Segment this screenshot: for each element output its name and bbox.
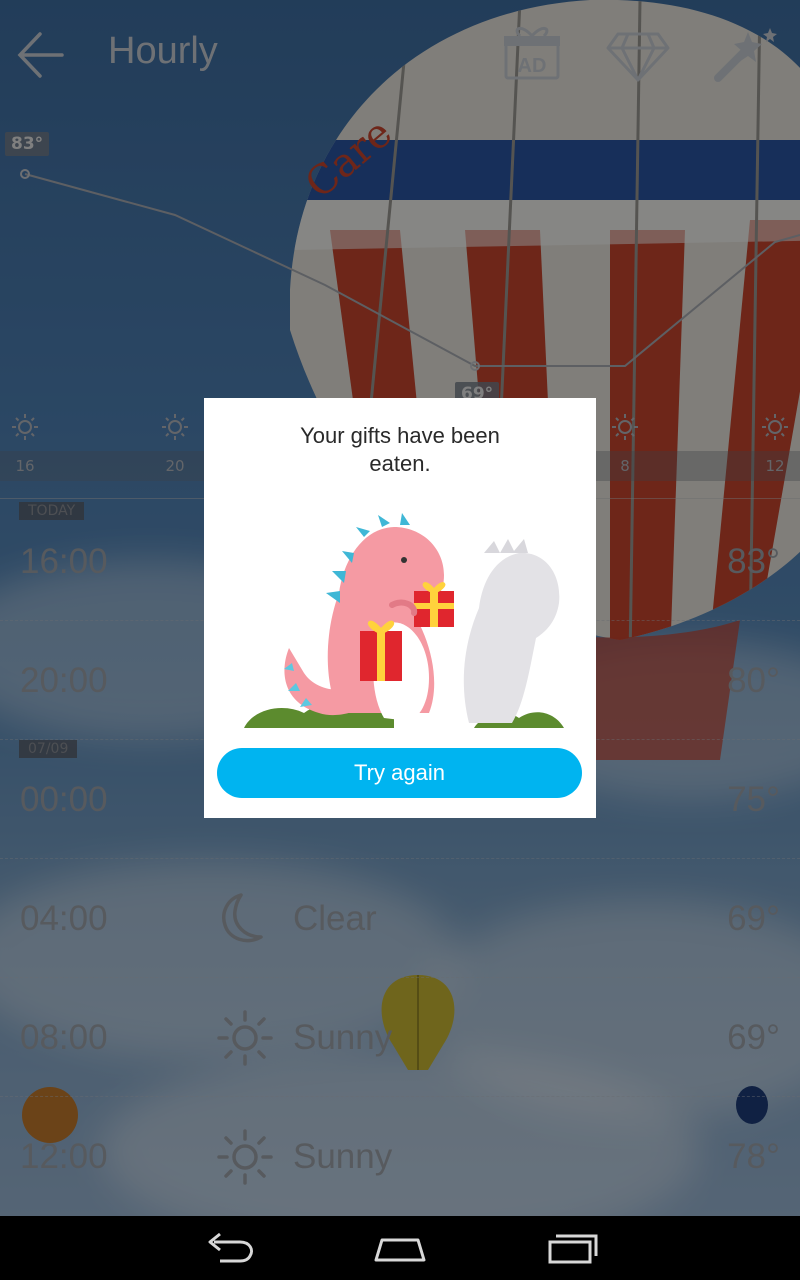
nav-back-icon[interactable] xyxy=(200,1228,260,1268)
nav-home-icon[interactable] xyxy=(370,1228,430,1268)
gift-eaten-dialog: Your gifts have been eaten. Try again xyxy=(204,398,596,818)
system-navbar xyxy=(0,1216,800,1280)
nav-recents-icon[interactable] xyxy=(542,1228,602,1268)
dinosaur-eating-gifts-illustration xyxy=(244,513,564,728)
try-again-button[interactable]: Try again xyxy=(217,748,582,798)
dialog-message: Your gifts have been eaten. xyxy=(300,423,500,476)
